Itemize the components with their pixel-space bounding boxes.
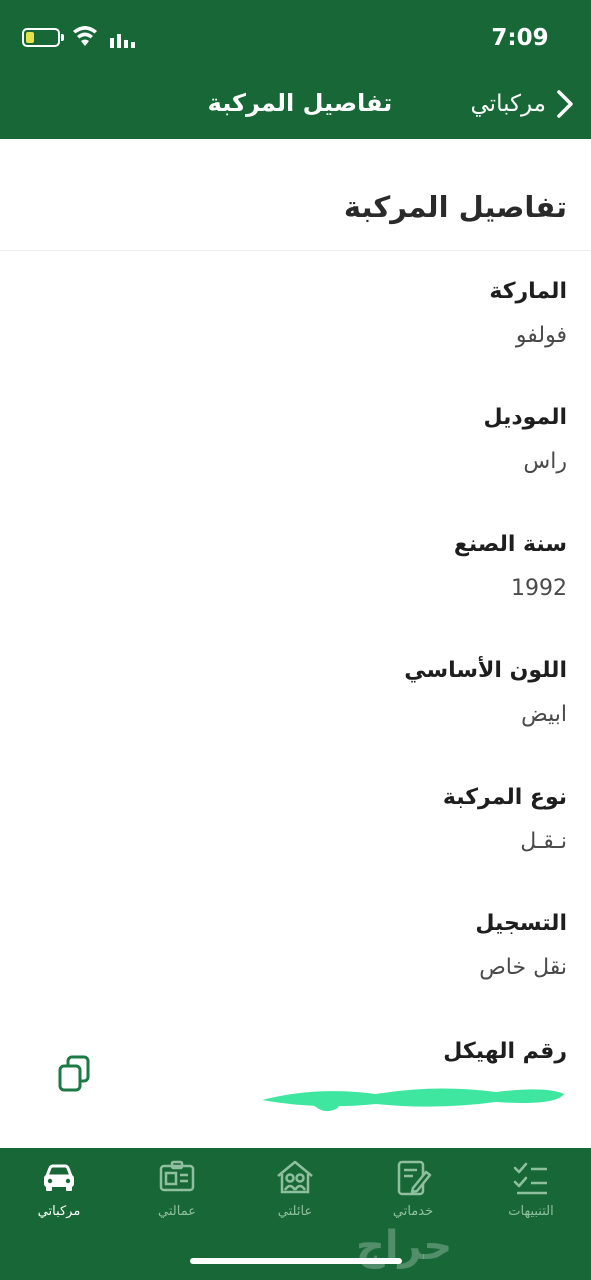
section-title: تفاصيل المركبة [343,190,567,224]
redaction-mark [262,1088,564,1112]
field-label: الماركة [489,279,567,304]
field-value: نقل خاص [479,955,567,980]
field-label: رقم الهيكل [443,1039,567,1064]
field-brand: الماركة فولفو [27,276,567,352]
back-button-label: مركباتي [470,91,546,117]
field-year: سنة الصنع 1992 [27,529,567,605]
tab-label: مركباتي [37,1204,81,1219]
field-value: ابيض [521,702,567,727]
tab-label: التنبيهات [508,1204,554,1219]
car-icon [44,1164,74,1191]
app-header: 7:09 تفاصيل المركبة مركباتي [0,0,591,139]
field-color: اللون الأساسي ابيض [27,655,567,731]
signal-icon [110,34,135,48]
field-value: نـقـل [520,829,567,854]
field-model: الموديل راس [27,402,567,478]
back-button[interactable]: مركباتي [452,82,580,126]
home-indicator[interactable] [190,1258,402,1264]
field-label: اللون الأساسي [404,658,567,683]
status-time: 7:09 [491,25,549,51]
field-vehicle-type: نوع المركبة نـقـل [27,782,567,858]
field-value: 1992 [511,576,567,601]
field-registration: التسجيل نقل خاص [27,908,567,984]
field-label: سنة الصنع [453,532,567,557]
tab-label: عمالتي [158,1204,196,1219]
field-value: راس [523,449,567,474]
tab-notifications[interactable]: التنبيهات [476,1158,586,1238]
wifi-icon [73,26,97,46]
field-value: فولفو [515,323,567,348]
id-card-icon [159,1160,195,1192]
copy-icon [58,1055,90,1092]
tab-my-workers[interactable]: عمالتي [122,1158,232,1238]
tab-label: عائلتي [277,1204,313,1219]
battery-icon [22,28,60,47]
watermark: حراج [356,1223,453,1269]
section-header: تفاصيل المركبة [0,139,591,251]
checklist-icon [513,1162,547,1195]
field-chassis-number: رقم الهيكل [27,1036,567,1080]
family-home-icon [277,1160,313,1194]
chevron-right-icon [550,84,580,124]
tab-my-vehicles[interactable]: مركباتي [4,1158,114,1238]
field-label: الموديل [483,405,567,430]
copy-button[interactable] [54,1054,94,1094]
field-label: التسجيل [475,911,567,936]
page-title: تفاصيل المركبة [207,89,393,117]
edit-document-icon [397,1160,432,1196]
tab-my-family[interactable]: عائلتي [240,1158,350,1238]
field-label: نوع المركبة [442,785,567,810]
